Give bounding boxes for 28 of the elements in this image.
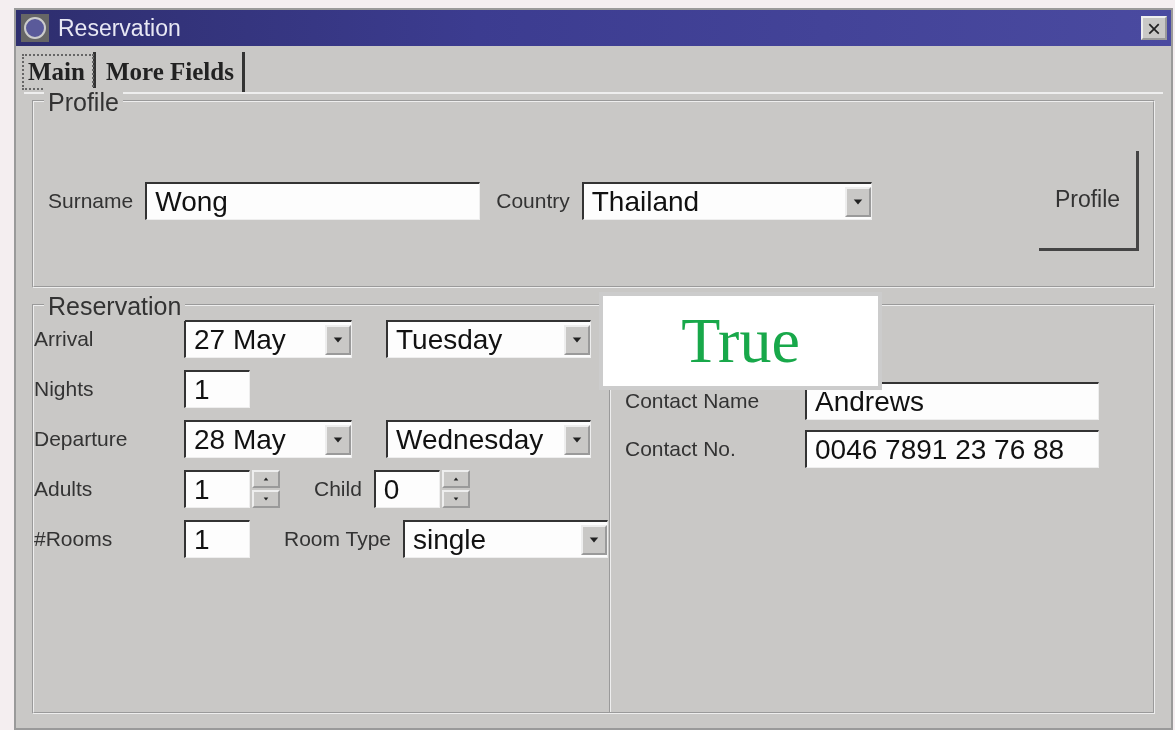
window-title: Reservation — [58, 14, 182, 42]
input-field[interactable]: 1 — [184, 520, 250, 558]
close-button[interactable]: × — [1141, 16, 1167, 40]
dropdown[interactable]: Tuesday — [386, 320, 591, 358]
dropdown[interactable]: 28 May — [184, 420, 352, 458]
field-label: Room Type — [284, 527, 391, 551]
field-label: Country — [496, 189, 570, 213]
field-label: Arrival — [34, 327, 95, 351]
input-field[interactable]: 0046 7891 23 76 88 — [805, 430, 1099, 468]
field-label: Surname — [48, 189, 134, 213]
dropdown[interactable]: 27 May — [184, 320, 352, 358]
input-field[interactable]: Wong — [145, 182, 481, 220]
profile-button[interactable]: Profile — [1039, 151, 1139, 251]
dropdown[interactable]: single — [403, 520, 608, 558]
dropdown[interactable]: Thailand — [581, 182, 872, 220]
field-label: Contact Name — [625, 389, 761, 413]
field-label: Contact No. — [625, 437, 737, 461]
tab[interactable]: Main — [20, 52, 96, 92]
input-field[interactable]: 1 — [184, 370, 250, 408]
number-field[interactable]: 1 — [184, 470, 250, 508]
input-field[interactable]: Andrews — [805, 382, 1099, 420]
field-label: Nights — [34, 377, 95, 401]
number-field[interactable]: 0 — [373, 470, 440, 508]
field-label: #Rooms — [34, 527, 114, 551]
dropdown[interactable]: Wednesday — [386, 420, 591, 458]
field-label: Child — [314, 477, 362, 501]
field-label: Departure — [34, 427, 129, 451]
field-label: Adults — [34, 477, 94, 501]
